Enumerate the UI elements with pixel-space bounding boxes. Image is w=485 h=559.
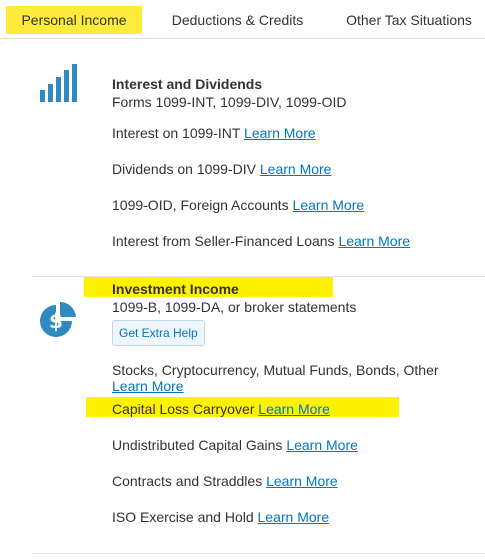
learn-more-link[interactable]: Learn More: [244, 125, 316, 141]
learn-more-link[interactable]: Learn More: [293, 197, 365, 213]
item-label: 1099-OID, Foreign Accounts: [112, 197, 289, 213]
section-subheading: 1099-B, 1099-DA, or broker statements: [112, 299, 357, 315]
item-label: Capital Loss Carryover: [112, 401, 255, 417]
tab-bar-divider: [0, 38, 485, 39]
item-label: Stocks, Cryptocurrency, Mutual Funds, Bo…: [112, 362, 439, 378]
list-item[interactable]: ISO Exercise and Hold Learn More: [112, 508, 329, 526]
learn-more-link[interactable]: Learn More: [112, 378, 184, 394]
learn-more-link[interactable]: Learn More: [338, 233, 410, 249]
section-heading: Interest and Dividends: [112, 76, 263, 92]
tab-deductions-credits[interactable]: Deductions & Credits: [160, 6, 315, 34]
item-label: ISO Exercise and Hold: [112, 509, 254, 525]
list-item[interactable]: Interest from Seller-Financed Loans Lear…: [112, 232, 410, 250]
tab-other-tax-situations[interactable]: Other Tax Situations: [334, 6, 484, 34]
learn-more-link[interactable]: Learn More: [286, 437, 358, 453]
learn-more-link[interactable]: Learn More: [266, 473, 338, 489]
learn-more-link[interactable]: Learn More: [258, 509, 330, 525]
tab-label: Personal Income: [21, 12, 127, 28]
list-item[interactable]: Dividends on 1099-DIV Learn More: [112, 160, 331, 178]
list-item[interactable]: Undistributed Capital Gains Learn More: [112, 436, 358, 454]
item-label: Contracts and Straddles: [112, 473, 263, 489]
list-item[interactable]: 1099-OID, Foreign Accounts Learn More: [112, 196, 364, 214]
list-item[interactable]: Interest on 1099-INT Learn More: [112, 124, 316, 142]
get-extra-help-button[interactable]: Get Extra Help: [112, 320, 205, 346]
tab-label: Deductions & Credits: [171, 12, 304, 28]
section-subheading: Forms 1099-INT, 1099-DIV, 1099-OID: [112, 94, 347, 110]
tab-personal-income[interactable]: Personal Income: [6, 6, 142, 34]
svg-text:$: $: [49, 309, 63, 333]
bar-chart-icon: [40, 64, 77, 102]
section-divider: [32, 553, 485, 554]
tab-label: Other Tax Situations: [346, 12, 472, 28]
item-label: Undistributed Capital Gains: [112, 437, 283, 453]
dollar-pie-chart-icon: $: [40, 302, 76, 337]
list-item[interactable]: Contracts and Straddles Learn More: [112, 472, 338, 490]
item-label: Interest on 1099-INT: [112, 125, 241, 141]
item-label: Dividends on 1099-DIV: [112, 161, 256, 177]
list-item[interactable]: Stocks, Cryptocurrency, Mutual Funds, Bo…: [112, 362, 472, 394]
item-label: Interest from Seller-Financed Loans: [112, 233, 335, 249]
tab-bar: Personal Income Deductions & Credits Oth…: [0, 0, 485, 39]
section-heading: Investment Income: [112, 281, 239, 297]
list-item[interactable]: Capital Loss Carryover Learn More: [112, 400, 330, 418]
learn-more-link[interactable]: Learn More: [258, 401, 330, 417]
learn-more-link[interactable]: Learn More: [260, 161, 332, 177]
